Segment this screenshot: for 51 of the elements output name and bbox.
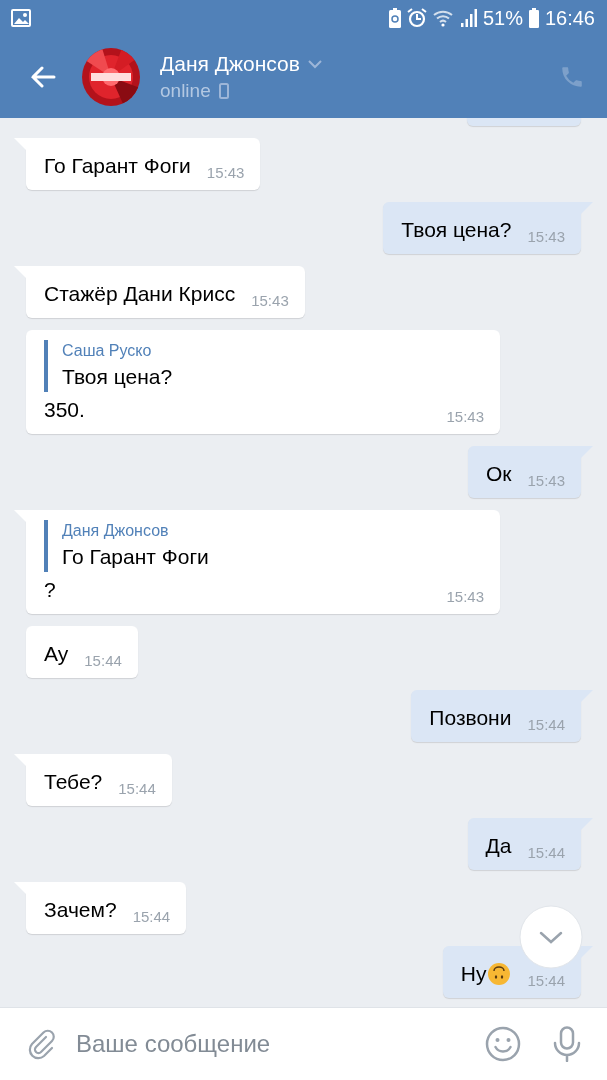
battery-icon bbox=[528, 8, 539, 28]
message-text: Твоя цена? bbox=[401, 217, 512, 243]
message-text: Тебе? bbox=[44, 769, 103, 795]
message-text: Ну bbox=[460, 961, 487, 987]
message-text: Го Гарант Фоги bbox=[44, 153, 191, 179]
message-time: 15:44 bbox=[527, 972, 565, 990]
back-arrow-icon[interactable] bbox=[30, 66, 56, 88]
message-time: 15:43 bbox=[206, 164, 245, 182]
attach-icon[interactable] bbox=[26, 1028, 58, 1060]
message-text: Стажёр Дани Крисс bbox=[44, 281, 236, 307]
message-text: 350. bbox=[44, 397, 85, 423]
quote-text: Твоя цена? bbox=[62, 364, 174, 390]
message-text: Позвони bbox=[429, 705, 512, 731]
contact-name[interactable]: Даня Джонсов bbox=[160, 52, 300, 76]
microphone-icon[interactable] bbox=[551, 1026, 583, 1062]
battery-percent: 51% bbox=[482, 6, 523, 30]
message-time: 15:44 bbox=[132, 908, 171, 926]
alarm-icon bbox=[406, 8, 427, 28]
message-time: 15:43 bbox=[251, 292, 289, 310]
clock: 16:46 bbox=[544, 6, 595, 30]
quote-author: Даня Джонсов bbox=[62, 521, 170, 541]
message-time: 15:43 bbox=[527, 228, 565, 246]
message-text: Да bbox=[485, 833, 512, 859]
quote-author: Саша Руско bbox=[62, 341, 153, 361]
wifi-icon bbox=[432, 9, 455, 27]
quote-text: Го Гарант Фоги bbox=[62, 544, 210, 570]
message-text: Зачем? bbox=[44, 897, 117, 923]
message-text: Ау bbox=[44, 641, 69, 667]
message-text: Ок bbox=[485, 461, 512, 487]
presence-status: online bbox=[160, 80, 211, 102]
upside-down-face-icon bbox=[487, 962, 512, 986]
scroll-down-button[interactable] bbox=[519, 905, 583, 969]
phone-icon[interactable] bbox=[559, 64, 585, 90]
quoted-message[interactable]: Саша Руско Твоя цена? bbox=[44, 340, 484, 392]
message-input-bar[interactable]: Ваше сообщение bbox=[0, 1007, 607, 1080]
message-time: 15:43 bbox=[446, 408, 484, 426]
chevron-down-icon[interactable] bbox=[307, 59, 322, 69]
message-time: 15:44 bbox=[118, 780, 156, 798]
signal-icon bbox=[460, 9, 477, 27]
phone-device-icon bbox=[218, 83, 229, 99]
quoted-message[interactable]: Даня Джонсов Го Гарант Фоги bbox=[44, 520, 484, 572]
message-text: ? bbox=[44, 577, 56, 603]
message-input[interactable]: Ваше сообщение bbox=[70, 1026, 473, 1062]
message-time: 15:44 bbox=[527, 844, 565, 862]
emoji-icon[interactable] bbox=[485, 1026, 521, 1062]
image-icon bbox=[11, 9, 31, 27]
message-time: 15:44 bbox=[527, 716, 565, 734]
message-time: 15:43 bbox=[527, 472, 565, 490]
battery-saver-icon bbox=[388, 8, 401, 28]
message-time: 15:43 bbox=[446, 588, 484, 606]
message-time: 15:44 bbox=[84, 652, 122, 670]
